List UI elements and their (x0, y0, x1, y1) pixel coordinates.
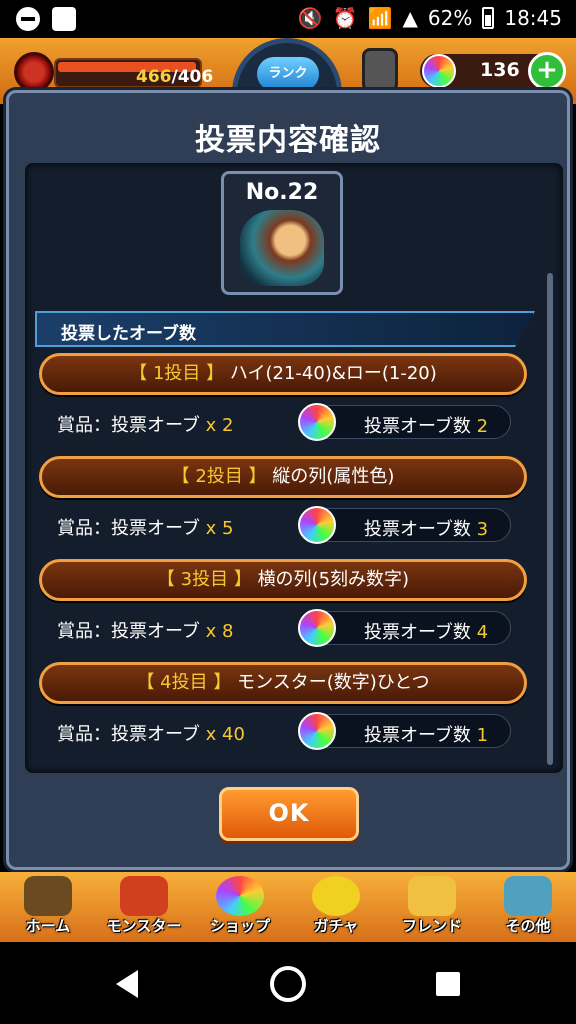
monster-portrait (240, 210, 324, 286)
vote-count-box: 投票オーブ数 1 (298, 712, 511, 750)
quest-number: No.22 (245, 180, 319, 205)
vote-bar-2: 【 2投目 】 縦の列(属性色) (39, 456, 527, 498)
prize-row-2: 賞品：投票オーブ x 5 投票オーブ数 3 (25, 506, 563, 546)
vote-bar-4: 【 4投目 】 モンスター(数字)ひとつ (39, 662, 527, 704)
prize-row-1: 賞品：投票オーブ x 2 投票オーブ数 2 (25, 403, 563, 443)
prize-label: 賞品：投票オーブ x 2 (57, 415, 234, 436)
dialog-title: 投票内容確認 (195, 123, 381, 158)
dialog-body: No.22 投票したオーブ数 【 1投目 】 ハイ(21-40)&ロー(1-20… (25, 163, 563, 773)
orb-icon (298, 403, 336, 441)
section-label: 投票したオーブ数 (61, 324, 196, 344)
question-icon (504, 876, 552, 916)
nav-home[interactable]: ホーム (0, 872, 96, 942)
vote-count-box: 投票オーブ数 3 (298, 506, 511, 544)
nav-other[interactable]: その他 (480, 872, 576, 942)
stamina-bar: 466/406 (54, 58, 213, 88)
section-header: 投票したオーブ数 (35, 311, 535, 347)
stamina-icon (14, 52, 54, 92)
rank-label: ランク (257, 57, 319, 91)
orb-icon (298, 712, 336, 750)
vote-count-box: 投票オーブ数 4 (298, 609, 511, 647)
shop-orb-icon (216, 876, 264, 916)
alarm-icon: ⏰ (332, 6, 358, 30)
nav-gacha[interactable]: ガチャ (288, 872, 384, 942)
status-bar: 🔇 ⏰ 📶 ▲ 62% 18:45 (0, 0, 576, 38)
orb-count: 136 (480, 59, 520, 81)
stamina-text: 466/406 (136, 67, 214, 87)
vote-bar-3: 【 3投目 】 横の列(5刻み数字) (39, 559, 527, 601)
clock: 18:45 (504, 6, 562, 30)
signal-icon: ▲ (402, 6, 418, 30)
lamp-icon[interactable] (362, 48, 398, 92)
quest-card: No.22 (221, 171, 343, 295)
recents-icon[interactable] (436, 972, 460, 996)
add-orb-button[interactable]: + (528, 52, 566, 90)
battery-icon (482, 7, 495, 29)
orb-icon (422, 54, 456, 88)
gacha-icon (312, 876, 360, 916)
prize-label: 賞品：投票オーブ x 40 (57, 724, 245, 745)
nav-friend[interactable]: フレンド (384, 872, 480, 942)
prize-row-4: 賞品：投票オーブ x 40 投票オーブ数 1 (25, 712, 563, 752)
nav-shop[interactable]: ショップ (192, 872, 288, 942)
wifi-icon: 📶 (367, 6, 393, 30)
friend-icon (408, 876, 456, 916)
battery-percent: 62% (427, 6, 473, 30)
back-icon[interactable] (116, 970, 138, 998)
vote-count-text: 投票オーブ数 2 (364, 416, 489, 437)
activity-icon (52, 7, 76, 31)
vote-confirm-dialog: 投票内容確認 No.22 投票したオーブ数 【 1投目 】 ハイ(21-40)&… (6, 90, 570, 870)
system-nav-bar (0, 942, 576, 1024)
dnd-icon (16, 7, 40, 31)
ok-button[interactable]: OK (219, 787, 359, 841)
vote-count-text: 投票オーブ数 1 (364, 725, 489, 746)
prize-label: 賞品：投票オーブ x 8 (57, 621, 234, 642)
vote-count-box: 投票オーブ数 2 (298, 403, 511, 441)
vote-count-text: 投票オーブ数 3 (364, 519, 489, 540)
vote-bar-1: 【 1投目 】 ハイ(21-40)&ロー(1-20) (39, 353, 527, 395)
orb-counter: 136 + (420, 52, 566, 90)
app-screen: 🔇 ⏰ 📶 ▲ 62% 18:45 466/406 ランク 136 + 投票内容… (0, 0, 576, 1024)
prize-row-3: 賞品：投票オーブ x 8 投票オーブ数 4 (25, 609, 563, 649)
monster-icon (120, 876, 168, 916)
mute-icon: 🔇 (297, 6, 323, 30)
home-circle-icon[interactable] (270, 966, 306, 1002)
orb-icon (298, 506, 336, 544)
nav-monster[interactable]: モンスター (96, 872, 192, 942)
orb-icon (298, 609, 336, 647)
bottom-nav: ホーム モンスター ショップ ガチャ フレンド その他 (0, 872, 576, 942)
vote-count-text: 投票オーブ数 4 (364, 622, 489, 643)
prize-label: 賞品：投票オーブ x 5 (57, 518, 234, 539)
home-icon (24, 876, 72, 916)
